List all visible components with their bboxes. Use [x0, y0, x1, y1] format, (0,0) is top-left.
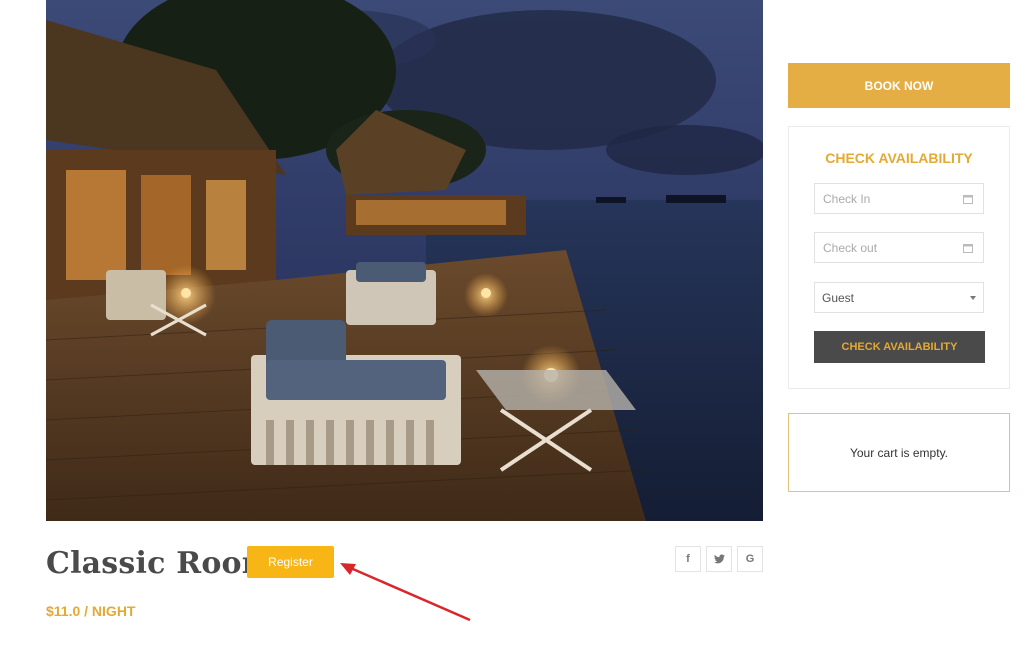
room-photo [46, 0, 763, 521]
annotation-arrow-icon [340, 563, 471, 622]
check-availability-button[interactable]: CHECK AVAILABILITY [814, 331, 985, 363]
book-now-button[interactable]: BOOK NOW [788, 63, 1010, 108]
cart-widget: Your cart is empty. [788, 413, 1010, 492]
twitter-share-button[interactable] [706, 546, 732, 572]
facebook-share-button[interactable]: f [675, 546, 701, 572]
calendar-icon [963, 244, 973, 253]
facebook-icon: f [686, 553, 690, 565]
check-availability-title: CHECK AVAILABILITY [825, 150, 973, 166]
check-in-field[interactable] [814, 183, 984, 214]
register-button[interactable]: Register [247, 546, 334, 578]
cart-empty-text: Your cart is empty. [849, 445, 949, 460]
twitter-icon [713, 554, 725, 564]
calendar-icon [963, 195, 973, 204]
guest-select[interactable]: Guest [814, 282, 984, 313]
check-out-input[interactable] [815, 233, 963, 262]
room-title: Classic Room [46, 546, 274, 581]
share-buttons: f G [675, 546, 763, 572]
check-availability-panel: CHECK AVAILABILITY Guest CHECK AVAILABIL… [788, 126, 1010, 389]
guest-select-value: Guest [822, 291, 855, 305]
room-price: $11.0 / NIGHT [46, 603, 136, 619]
google-icon: G [745, 553, 755, 565]
chevron-down-icon [970, 296, 976, 300]
google-share-button[interactable]: G [737, 546, 763, 572]
check-out-field[interactable] [814, 232, 984, 263]
check-in-input[interactable] [815, 184, 963, 213]
